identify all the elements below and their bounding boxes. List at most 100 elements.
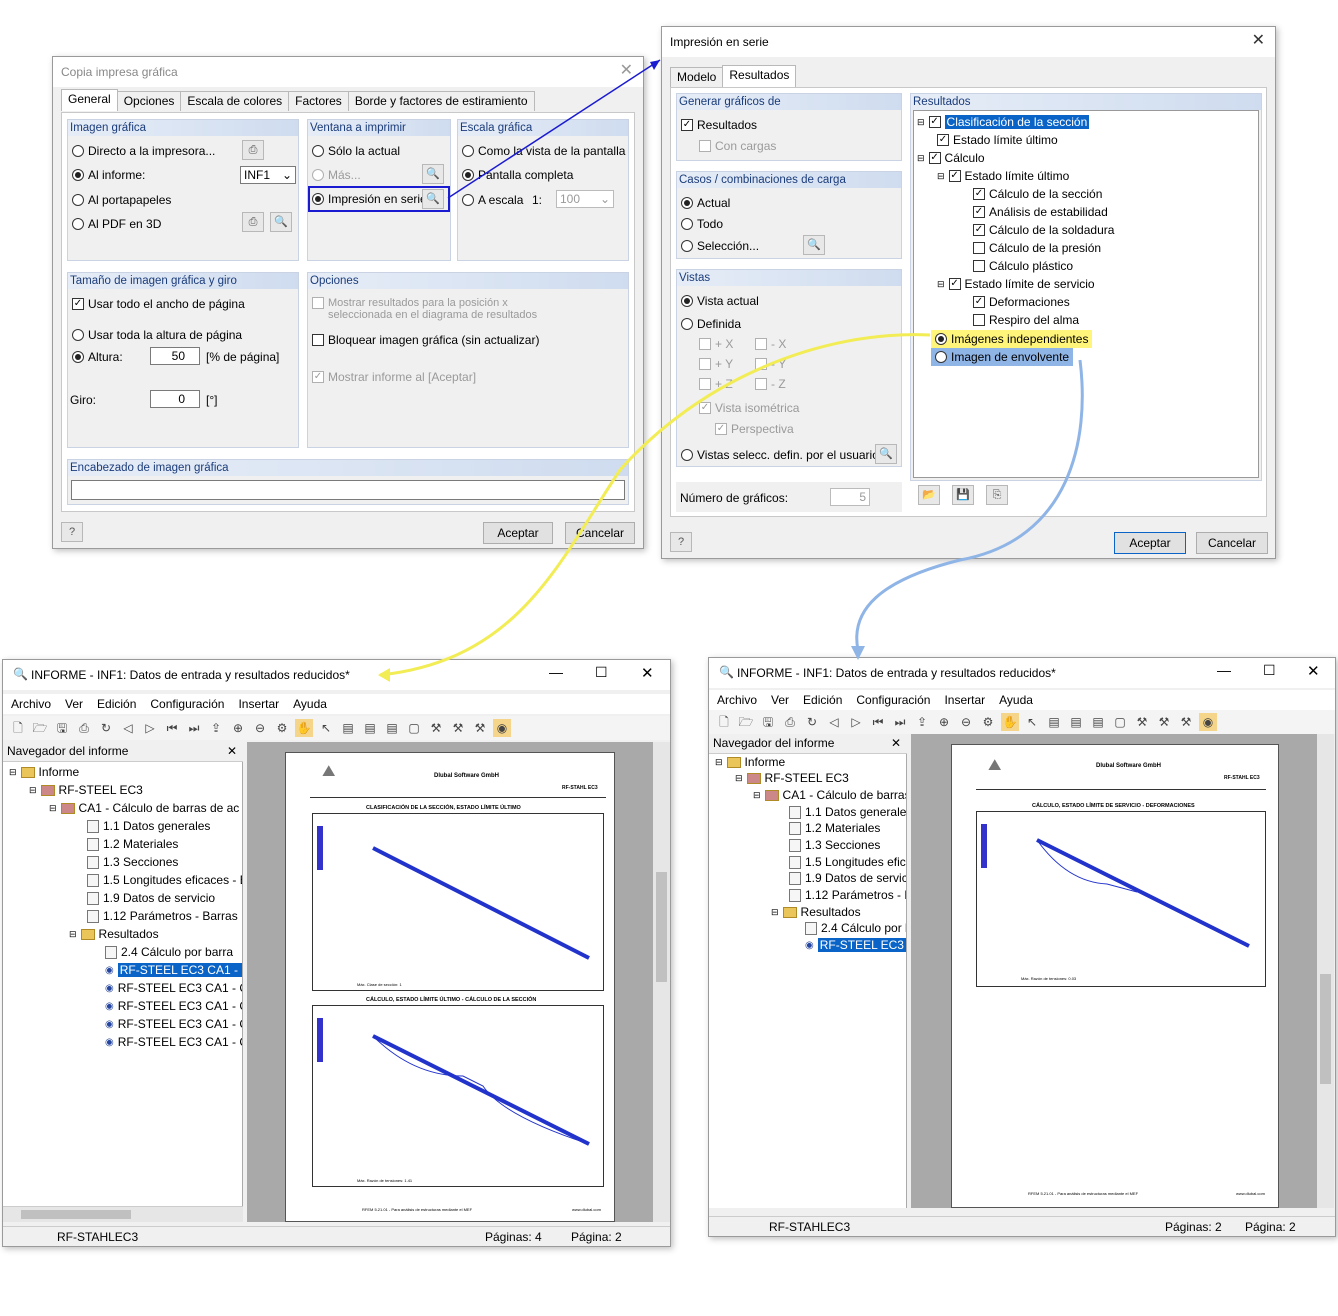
tree-rf-steel[interactable]: ⊟ RF-STEEL EC3 — [29, 782, 143, 798]
checkbox-minus-z[interactable]: - Z — [755, 377, 786, 391]
tree-item-els[interactable]: ⊟ ✓ Estado límite de servicio — [937, 276, 1095, 292]
menu-edicion[interactable]: Edición — [97, 694, 136, 714]
cancel-button[interactable]: Cancelar — [1196, 532, 1268, 554]
tab-opciones[interactable]: Opciones — [116, 91, 182, 111]
page-icon-1[interactable]: ▤ — [339, 719, 357, 737]
tree-datos-generales[interactable]: 1.1 Datos generales — [789, 804, 906, 820]
menu-archivo[interactable]: Archivo — [11, 694, 51, 714]
new-icon[interactable]: 🗋 — [9, 719, 27, 737]
radio-altura-pagina[interactable]: Usar toda la altura de página — [72, 328, 242, 342]
radio-como-vista[interactable]: Como la vista de la pantalla — [462, 144, 625, 158]
tree-datos-generales[interactable]: 1.1 Datos generales — [87, 818, 210, 834]
tab-escala-colores[interactable]: Escala de colores — [180, 91, 290, 111]
tree-materiales[interactable]: 1.2 Materiales — [789, 820, 880, 836]
radio-todo[interactable]: Todo — [681, 217, 723, 231]
tree-ca1[interactable]: ⊟ CA1 - Cálculo de barras d — [753, 787, 906, 803]
radio-seleccion[interactable]: Selección... — [681, 239, 759, 253]
print-icon[interactable]: ⎙ — [75, 719, 93, 737]
close-icon[interactable]: ✕ — [891, 734, 901, 752]
tool-icon-3[interactable]: ⚒ — [1177, 713, 1195, 731]
save-icon[interactable]: 🖫 — [759, 713, 777, 731]
radio-mas[interactable]: Más... — [312, 168, 361, 182]
printer-settings-button[interactable]: ⎙ — [242, 140, 264, 160]
tree-item-elu-1[interactable]: ✓ Estado límite último — [937, 132, 1058, 148]
print-icon[interactable]: ⎙ — [781, 713, 799, 731]
tree-item-elu-2[interactable]: ⊟ ✓ Estado límite último — [937, 168, 1069, 184]
tab-modelo[interactable]: Modelo — [670, 67, 724, 87]
tree-graphic-3[interactable]: ◉ RF-STEEL EC3 CA1 - C — [105, 998, 242, 1014]
tool-icon-2[interactable]: ⚒ — [449, 719, 467, 737]
tree-graphic-1[interactable]: ◉ RF-STEEL EC3 CA1 - C — [105, 962, 242, 978]
copy-settings-button[interactable]: ⎘ — [986, 485, 1008, 505]
mas-settings-button[interactable]: 🔍 — [422, 164, 444, 184]
tool-icon-3[interactable]: ⚒ — [471, 719, 489, 737]
tab-resultados[interactable]: Resultados — [722, 65, 797, 87]
checkbox-plus-x[interactable]: + X — [699, 337, 733, 351]
tree-parametros[interactable]: 1.12 Parámetros - Barras — [87, 908, 238, 924]
tree-resultados[interactable]: ⊟ Resultados — [69, 926, 159, 942]
tab-general[interactable]: General — [61, 89, 118, 111]
tree-graphic-2[interactable]: ◉ RF-STEEL EC3 CA1 - C — [105, 980, 242, 996]
new-icon[interactable]: 🗋 — [715, 713, 733, 731]
tree-ca1[interactable]: ⊟ CA1 - Cálculo de barras de ac — [49, 800, 239, 816]
tab-borde[interactable]: Borde y factores de estiramiento — [347, 91, 535, 111]
pointer-icon[interactable]: ↖ — [317, 719, 335, 737]
preview-vscrollbar[interactable] — [653, 742, 670, 1222]
help-button[interactable]: ? — [61, 522, 83, 542]
radio-definida[interactable]: Definida — [681, 317, 741, 331]
refresh-icon[interactable]: ↻ — [803, 713, 821, 731]
zoom-out-icon[interactable]: ⊖ — [957, 713, 975, 731]
checkbox-mostrar-posicion[interactable]: Mostrar resultados para la posición x se… — [312, 297, 542, 321]
page-icon-3[interactable]: ▤ — [383, 719, 401, 737]
next-icon[interactable]: ▷ — [847, 713, 865, 731]
tree-graphic-1[interactable]: ◉RF-STEEL EC3 CA — [805, 937, 906, 953]
radio-imagen-envolvente[interactable]: Imagen de envolvente — [931, 348, 1074, 366]
last-icon[interactable]: ⏭ — [891, 713, 909, 731]
radio-impresion-serie[interactable]: Impresión en serie... — [312, 192, 437, 206]
checkbox-minus-x[interactable]: - X — [755, 337, 786, 351]
radio-altura[interactable]: Altura: — [72, 350, 123, 364]
tool-icon-1[interactable]: ⚒ — [1133, 713, 1151, 731]
close-icon[interactable]: ✕ — [227, 742, 237, 760]
menu-ayuda[interactable]: Ayuda — [293, 694, 327, 714]
tree-calculo-barra[interactable]: 2.4 Cálculo por barra — [105, 944, 233, 960]
checkbox-ancho-pagina[interactable]: ✓ Usar todo el ancho de página — [72, 297, 245, 311]
tree-item-presion[interactable]: Cálculo de la presión — [973, 240, 1101, 256]
save-button[interactable]: 💾 — [952, 485, 974, 505]
checkbox-mostrar-informe[interactable]: ✓ Mostrar informe al [Aceptar] — [312, 370, 476, 384]
tree-secciones[interactable]: 1.3 Secciones — [789, 837, 880, 853]
radio-solo-actual[interactable]: Sólo la actual — [312, 144, 400, 158]
tree-graphic-4[interactable]: ◉ RF-STEEL EC3 CA1 - C — [105, 1016, 242, 1032]
help-button[interactable]: ? — [670, 532, 692, 552]
radio-actual[interactable]: Actual — [681, 196, 730, 210]
altura-spinner[interactable]: 50 — [150, 347, 200, 365]
page-icon-2[interactable]: ▤ — [1067, 713, 1085, 731]
help-icon[interactable]: ◉ — [1199, 713, 1217, 731]
prev-icon[interactable]: ◁ — [119, 719, 137, 737]
tree-servicio[interactable]: 1.9 Datos de servicio — [87, 890, 215, 906]
menu-ver[interactable]: Ver — [771, 690, 789, 710]
tree-resultados[interactable]: ⊟ Resultados — [771, 904, 861, 920]
menu-insertar[interactable]: Insertar — [944, 690, 985, 710]
checkbox-con-cargas[interactable]: Con cargas — [699, 139, 776, 153]
tree-item-calculo[interactable]: ⊟ ✓ Cálculo — [917, 150, 985, 166]
minimize-icon[interactable]: — — [549, 664, 563, 680]
seleccion-button[interactable]: 🔍 — [803, 235, 825, 255]
radio-directo-impresora[interactable]: Directo a la impresora... — [72, 144, 215, 158]
tree-secciones[interactable]: 1.3 Secciones — [87, 854, 178, 870]
tree-item-clasificacion[interactable]: ⊟ ✓ Clasificación de la sección — [917, 114, 1090, 130]
prev-icon[interactable]: ◁ — [825, 713, 843, 731]
tree-materiales[interactable]: 1.2 Materiales — [87, 836, 178, 852]
close-icon[interactable]: ✕ — [620, 57, 633, 85]
zoom-out-icon[interactable]: ⊖ — [251, 719, 269, 737]
tree-graphic-5[interactable]: ◉ RF-STEEL EC3 CA1 - C — [105, 1034, 242, 1050]
radio-pdf-3d[interactable]: Al PDF en 3D — [72, 217, 161, 231]
checkbox-bloquear-imagen[interactable]: Bloquear imagen gráfica (sin actualizar) — [312, 333, 539, 347]
help-icon[interactable]: ◉ — [493, 719, 511, 737]
tree-calculo-barra[interactable]: 2.4 Cálculo por ba — [805, 920, 906, 936]
menu-configuracion[interactable]: Configuración — [856, 690, 930, 710]
page-icon-4[interactable]: ▢ — [1111, 713, 1129, 731]
menu-configuracion[interactable]: Configuración — [150, 694, 224, 714]
radio-portapapeles[interactable]: Al portapapeles — [72, 193, 171, 207]
menu-ayuda[interactable]: Ayuda — [999, 690, 1033, 710]
